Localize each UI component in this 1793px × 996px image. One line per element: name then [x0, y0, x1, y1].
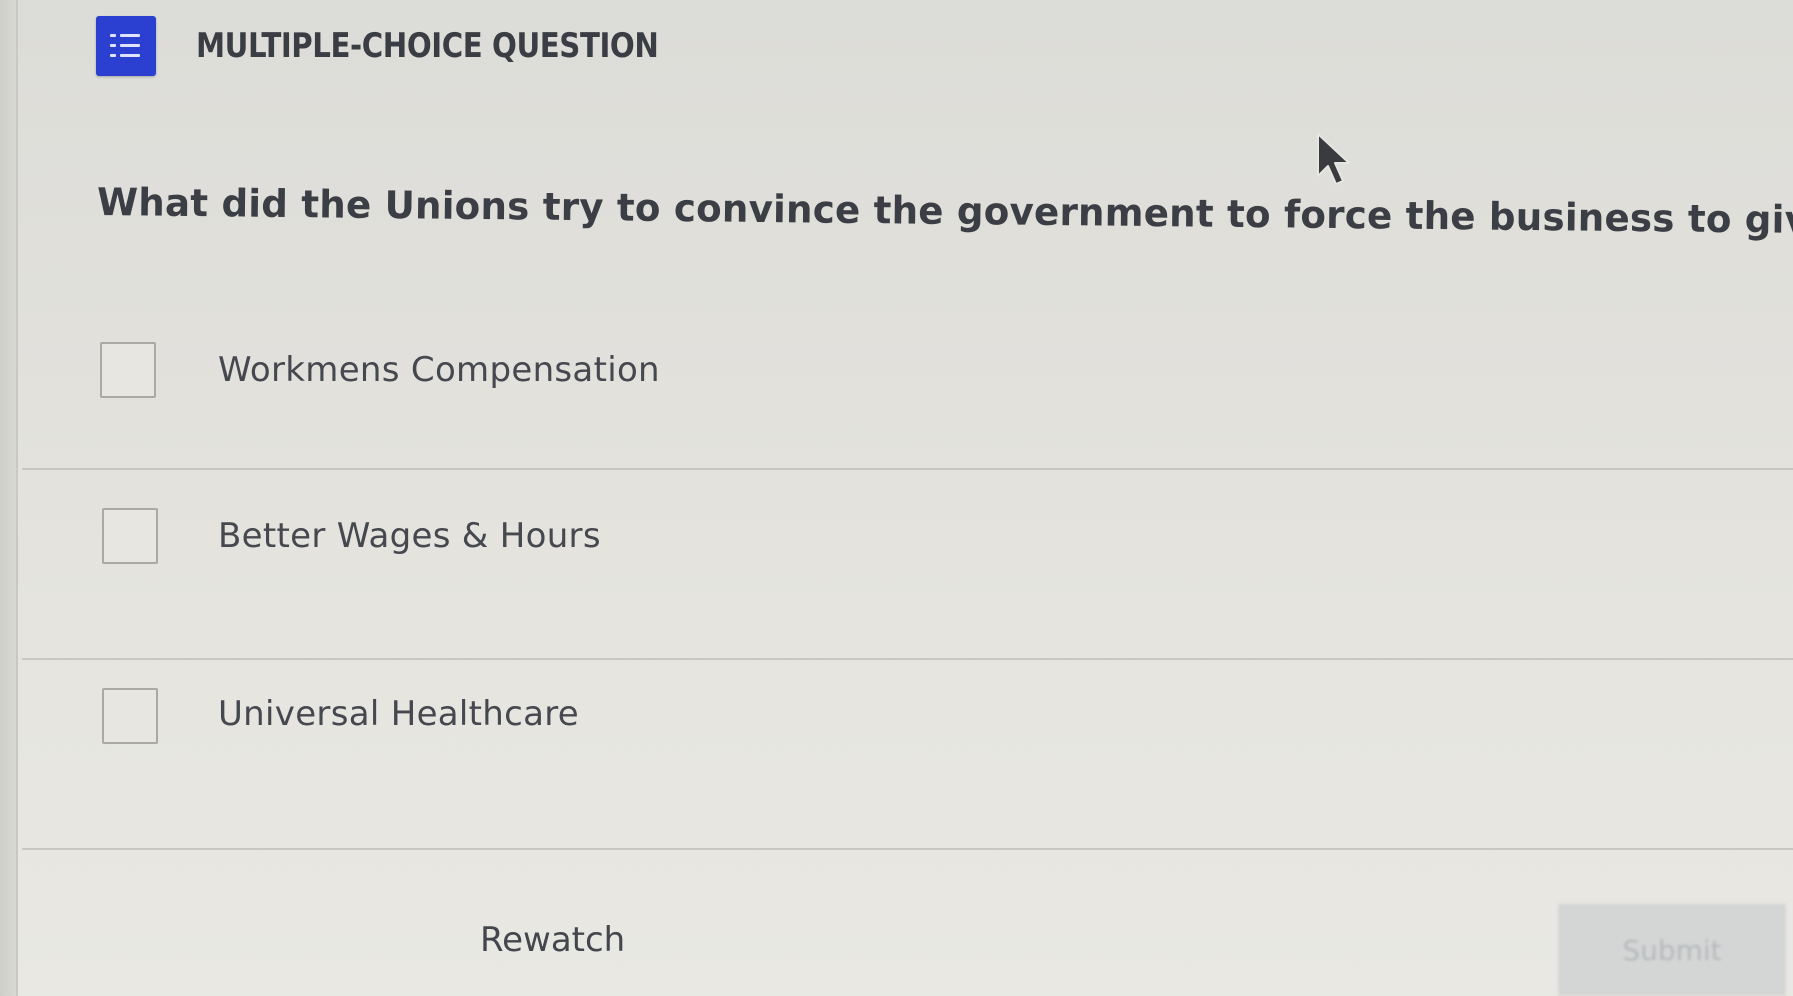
option-checkbox[interactable] [102, 508, 158, 564]
option-checkbox[interactable] [102, 688, 158, 744]
option-label[interactable]: Workmens Compensation [218, 350, 660, 390]
answer-options-list: Workmens Compensation Better Wages & Hou… [22, 300, 1793, 850]
question-header: MULTIPLE-CHOICE QUESTION [96, 16, 734, 76]
left-panel-edge [0, 0, 18, 996]
question-type-title: MULTIPLE-CHOICE QUESTION [196, 26, 659, 66]
option-label[interactable]: Universal Healthcare [218, 694, 579, 734]
list-icon [96, 16, 156, 76]
question-text: What did the Unions try to convince the … [96, 180, 1793, 243]
mouse-pointer-icon [1317, 133, 1350, 185]
answer-option[interactable]: Workmens Compensation [22, 300, 1793, 470]
submit-button[interactable]: Submit [1558, 904, 1786, 996]
answer-option[interactable]: Universal Healthcare [22, 660, 1793, 850]
option-label[interactable]: Better Wages & Hours [218, 516, 601, 556]
rewatch-button[interactable]: Rewatch [480, 920, 625, 960]
option-checkbox[interactable] [100, 342, 156, 398]
answer-option[interactable]: Better Wages & Hours [22, 470, 1793, 660]
